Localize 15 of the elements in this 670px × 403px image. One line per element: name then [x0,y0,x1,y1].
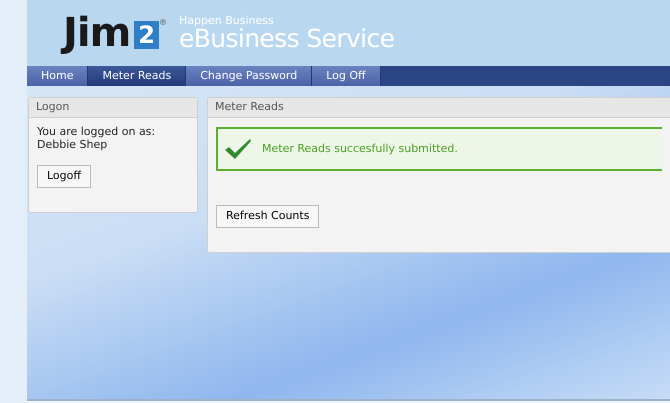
nav-tab[interactable]: Log Off [312,66,381,86]
logon-text: Debbie Shep [37,138,108,151]
panel-title: Logon [29,98,197,118]
nav-tab[interactable]: Meter Reads [88,66,186,86]
site-title: eBusiness Service [178,26,394,51]
panel-title: Meter Reads [208,98,670,118]
tagline: Happen Business [178,15,275,26]
nav-tab[interactable]: Change Password [186,66,312,86]
success-message: Meter Reads succesfully submitted. [262,140,458,157]
logo: Jim 2 ® [63,13,167,53]
refresh-counts-button[interactable]: Refresh Counts [216,205,320,228]
check-icon [224,138,252,160]
nav-tab[interactable]: Home [27,66,88,86]
logon-text: You are logged on as: [37,125,156,138]
logoff-button[interactable]: Logoff [37,165,91,188]
